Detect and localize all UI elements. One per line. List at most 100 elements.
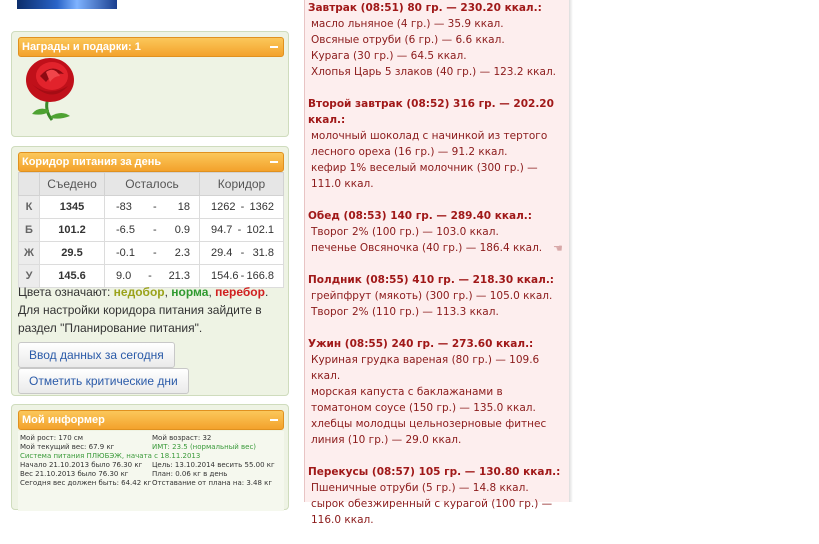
dash: - <box>240 247 245 259</box>
meal-item: грейпфрут (мякоть) (300 гр.) — 105.0 кка… <box>311 290 553 302</box>
meal-lunch: Обед (08:53) 140 гр. — 289.40 ккал.: Тво… <box>308 208 564 256</box>
left-max: 21.3 <box>168 270 190 282</box>
meal-second-breakfast: Второй завтрак (08:52) 316 гр. — 202.20 … <box>308 96 564 192</box>
meal-title: Ужин (08:55) 240 гр. — 273.60 ккал.: <box>308 338 534 350</box>
meal-snack: Полдник (08:55) 410 гр. — 218.30 ккал.: … <box>308 272 564 320</box>
awards-panel-title: Награды и подарки: 1 <box>22 41 141 53</box>
row-label: Ж <box>18 241 40 265</box>
corridor-range: 94.7-102.1 <box>199 218 284 242</box>
corr-min: 29.4 <box>211 247 233 259</box>
awards-panel: Награды и подарки: 1 <box>11 31 289 137</box>
table-row: Ж 29.5 -0.1-2.3 29.4-31.8 <box>18 241 284 265</box>
food-diary: Завтрак (08:51) 80 гр. — 230.20 ккал.: м… <box>308 0 564 544</box>
legend-norm: норма <box>171 285 209 299</box>
informer-panel: Мой информер Мой рост: 170 см Мой текущи… <box>11 404 289 511</box>
diary-shadow <box>569 0 573 502</box>
meal-item: Пшеничные отруби (5 гр.) — 14.8 ккал. <box>311 482 529 494</box>
eaten-value: 101.2 <box>39 218 105 242</box>
table-row: К 1345 -83-18 1262-1362 <box>18 195 284 219</box>
informer-widget[interactable]: Мой рост: 170 см Мой текущий вес: 67.9 к… <box>18 431 284 511</box>
informer-panel-header[interactable]: Мой информер <box>18 410 284 430</box>
meal-dinner: Ужин (08:55) 240 гр. — 273.60 ккал.: Кур… <box>308 336 564 448</box>
meal-item: Курага (30 гр.) — 64.5 ккал. <box>311 50 467 62</box>
meal-title: Завтрак (08:51) 80 гр. — 230.20 ккал.: <box>308 2 542 14</box>
informer-line: ИМТ: 23.5 (нормальный вес) <box>152 443 257 451</box>
col-corridor: Коридор <box>199 172 284 196</box>
row-label: Б <box>18 218 40 242</box>
legend-settings-text: Для настройки коридора питания зайдите в… <box>18 303 262 335</box>
meal-item: Овсяные отруби (6 гр.) — 6.6 ккал. <box>311 34 505 46</box>
meal-item: морская капуста с баклажанами в томатоно… <box>311 386 536 414</box>
eaten-value: 29.5 <box>39 241 105 265</box>
corr-max: 166.8 <box>246 270 274 282</box>
informer-line <box>152 452 275 461</box>
collapse-icon[interactable] <box>270 419 278 421</box>
collapse-icon[interactable] <box>270 161 278 163</box>
corr-max: 102.1 <box>246 224 274 236</box>
meal-title: Полдник (08:55) 410 гр. — 218.30 ккал.: <box>308 274 555 286</box>
legend-over: перебор <box>215 285 265 299</box>
left-min: -6.5 <box>116 224 135 236</box>
left-min: -0.1 <box>116 247 135 259</box>
left-min: 9.0 <box>116 270 132 282</box>
meal-item: кефир 1% веселый молочник (300 гр.) — 11… <box>311 162 538 190</box>
legend-under: недобор <box>113 285 165 299</box>
corridor-range: 29.4-31.8 <box>199 241 284 265</box>
corridor-range: 1262-1362 <box>199 195 284 219</box>
informer-panel-title: Мой информер <box>22 414 105 426</box>
legend-end: . <box>264 285 269 299</box>
hand-cursor-icon: ☚ <box>553 242 563 255</box>
corridor-table: Съедено Осталось Коридор К 1345 -83 - 18 1… <box>18 172 284 288</box>
mark-critical-days-button[interactable]: Отметить критические дни <box>18 368 189 394</box>
dash: - <box>152 201 157 213</box>
left-max: 2.3 <box>174 247 190 259</box>
meal-title: Второй завтрак (08:52) 316 гр. — 202.20 … <box>308 98 554 126</box>
meal-item: масло льняное (4 гр.) — 35.9 ккал. <box>311 18 504 30</box>
meal-item: печенье Овсяночка (40 гр.) — 186.4 ккал. <box>311 242 543 254</box>
meal-item: молочный шоколад с начинкой из тертого л… <box>311 130 548 158</box>
informer-right-col: Мой возраст: 32 ИМТ: 23.5 (нормальный ве… <box>152 434 275 488</box>
dash: - <box>153 224 157 236</box>
corr-min: 94.7 <box>211 224 233 236</box>
enter-data-button[interactable]: Ввод данных за сегодня <box>18 342 175 368</box>
corr-max: 31.8 <box>252 247 274 259</box>
legend-prefix: Цвета означают: <box>18 285 114 299</box>
left-min: -83 <box>116 201 132 213</box>
dash: - <box>153 247 157 259</box>
corr-min: 1262 <box>211 201 236 213</box>
left-range: -83 - 18 <box>104 195 200 219</box>
color-legend: Цвета означают: недобор, норма, перебор.… <box>18 283 280 337</box>
col-left: Осталось <box>104 172 200 196</box>
corridor-panel-header[interactable]: Коридор питания за день <box>18 152 284 172</box>
meal-item: Творог 2% (100 гр.) — 103.0 ккал. <box>311 226 499 238</box>
col-eaten: Съедено <box>39 172 105 196</box>
informer-line: Цель: 13.10.2014 весить 55.00 кг <box>152 461 275 469</box>
left-max: 18 <box>177 201 190 213</box>
left-range: -6.5 - 0.9 <box>104 218 200 242</box>
informer-line: Отставание от плана на: 3.48 кг <box>152 479 273 487</box>
collapse-icon[interactable] <box>270 46 278 48</box>
meal-title: Обед (08:53) 140 гр. — 289.40 ккал.: <box>308 210 532 222</box>
meal-item: Куриная грудка вареная (80 гр.) — 109.6 … <box>311 354 540 382</box>
meal-item: сырок обезжиренный с курагой (100 гр.) —… <box>311 498 553 526</box>
rose-gift-image[interactable] <box>18 54 88 124</box>
meal-title: Перекусы (08:57) 105 гр. — 130.80 ккал.: <box>308 466 561 478</box>
meal-item: Творог 2% (110 гр.) — 113.3 ккал. <box>311 306 499 318</box>
corr-min: 154.6 <box>211 270 239 282</box>
table-row: Б 101.2 -6.5-0.9 94.7-102.1 <box>18 218 284 242</box>
informer-line: План: 0.06 кг в день <box>152 470 228 478</box>
left-range: -0.1 - 2.3 <box>104 241 200 265</box>
meal-item: хлебцы молодцы цельнозерновые фитнес лин… <box>311 418 547 446</box>
table-header-row: Съедено Осталось Коридор <box>18 172 284 196</box>
dash: - <box>148 270 152 282</box>
eaten-value: 1345 <box>39 195 105 219</box>
corridor-panel-title: Коридор питания за день <box>22 156 162 168</box>
dash: - <box>237 224 242 236</box>
left-max: 0.9 <box>174 224 190 236</box>
corner-cell <box>18 172 40 196</box>
corridor-panel: Коридор питания за день Съедено Осталось… <box>11 146 289 396</box>
meal-item: Хлопья Царь 5 злаков (40 гр.) — 123.2 кк… <box>311 66 557 78</box>
dash: - <box>240 270 245 282</box>
dash: - <box>240 201 245 213</box>
top-banner-image[interactable] <box>17 0 117 9</box>
